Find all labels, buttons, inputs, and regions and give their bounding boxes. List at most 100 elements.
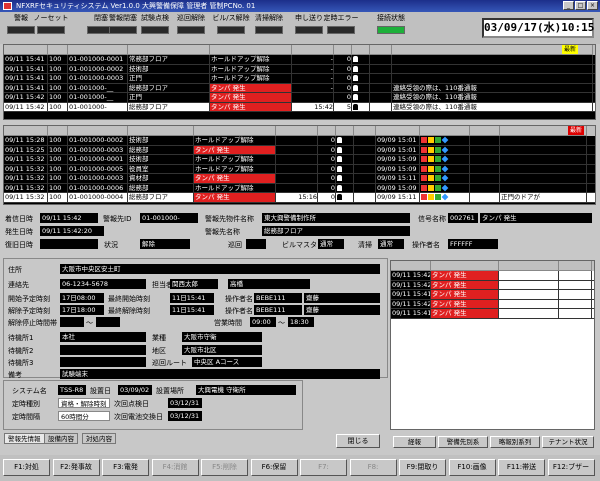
column-header[interactable] (470, 126, 500, 136)
column-header[interactable] (68, 126, 128, 136)
table-row[interactable]: 09/11 15:32 100 01-001000-0001 技術部 ホールドアップ解除… (4, 155, 595, 165)
column-header[interactable] (431, 261, 499, 271)
toolbar-indicator[interactable]: 接続状態 (372, 14, 410, 40)
op4-value: 齋藤 (304, 305, 380, 315)
signal-name-cell: タンパ 発生 (210, 83, 292, 92)
column-header[interactable] (48, 45, 68, 55)
column-header[interactable] (128, 126, 194, 136)
toolbar-indicator[interactable]: 試験点検 (136, 14, 174, 40)
handle-status-cell (420, 136, 470, 145)
table-row[interactable]: 09/11 15:41 100 01-001000-__ 総務部フロア タンパ 発生 -0… (4, 83, 595, 93)
wait3-value (60, 357, 146, 367)
column-header[interactable] (391, 261, 431, 271)
toolbar-indicator[interactable]: 定時エラー (322, 14, 360, 40)
operator-label: 操作者名 (412, 241, 440, 249)
table-row[interactable]: 09/11 15:32 100 01-001000-0003 資材部 タンパ 発生 0 09… (4, 174, 595, 184)
alarm-time-cell: 09/11 15:41 (4, 74, 48, 83)
indicator-label: 清掃解除 (255, 14, 283, 22)
maximize-button[interactable]: □ (575, 1, 586, 10)
column-header[interactable] (128, 45, 210, 55)
column-header[interactable] (499, 261, 559, 271)
table-row[interactable]: 09/11 15:41 タンパ 発生 (391, 309, 594, 319)
column-header[interactable] (559, 261, 592, 271)
function-key[interactable]: F4:消館 (151, 459, 199, 476)
column-header[interactable] (318, 126, 336, 136)
table-row[interactable]: 09/11 15:42 タンパ 発生 (391, 299, 594, 309)
column-header[interactable] (336, 126, 354, 136)
close-button[interactable]: 閉じる (336, 434, 380, 448)
spacer-cell (470, 193, 500, 202)
table-row[interactable]: 09/11 15:41 100 01-001000-0003 正門 ホールドアップ解除 -… (4, 74, 595, 84)
function-key[interactable]: F8: (349, 459, 397, 476)
function-key[interactable]: F7: (300, 459, 347, 476)
column-header[interactable] (354, 126, 376, 136)
spacer-cell (470, 164, 500, 173)
function-key[interactable]: F2:発事故 (52, 459, 100, 476)
column-header[interactable] (4, 126, 48, 136)
hold-time-cell: 09/11 15:32 (4, 174, 48, 183)
follow-count-cell: 0 (318, 164, 336, 173)
indicator-lamp (141, 26, 169, 34)
spacer-cell (470, 174, 500, 183)
column-header[interactable] (194, 126, 276, 136)
table-row[interactable]: 09/11 15:25 100 01-001000-0003 総務部 タンパ 発生 0 09… (4, 145, 595, 155)
person-icon (353, 84, 358, 91)
stop-tilde: ～ (86, 319, 93, 327)
column-header[interactable] (370, 45, 392, 55)
side-button[interactable]: 警備先別系 (438, 436, 488, 448)
image-cell (354, 193, 376, 202)
indicator-lamp (217, 26, 245, 34)
side-button[interactable]: テナント状況 (542, 436, 594, 448)
column-header[interactable] (376, 126, 420, 136)
info-tab[interactable]: 設備内容 (44, 433, 78, 444)
last-check-label: 次回点検日 (114, 400, 149, 408)
info-tab[interactable]: 警報先情報 (4, 433, 45, 444)
side-button[interactable]: 経報 (393, 436, 436, 448)
table-row[interactable]: 09/11 15:42 100 01-001000-__ 正門 タンパ 発生 0 連絡受領の… (4, 93, 595, 103)
column-header[interactable] (48, 126, 68, 136)
function-key[interactable]: F11:帯送 (498, 459, 545, 476)
close-window-button[interactable]: × (587, 1, 598, 10)
info-tab[interactable]: 対処内容 (82, 433, 116, 444)
minimize-button[interactable]: _ (563, 1, 574, 10)
function-key[interactable]: F9:閉取り (399, 459, 446, 476)
function-key[interactable]: F6:保留 (250, 459, 298, 476)
type-value: 大阪市守衛 (182, 332, 262, 342)
column-header[interactable] (4, 45, 48, 55)
table-row[interactable]: 09/11 15:41 100 01-001000-0002 技術部 ホールドアップ解除… (4, 64, 595, 74)
column-header[interactable] (334, 45, 352, 55)
contract-note-cell (392, 55, 593, 64)
toolbar-indicator[interactable]: ノーセット (32, 14, 70, 40)
toolbar-indicator[interactable]: 巡回解除 (172, 14, 210, 40)
column-header[interactable] (210, 45, 292, 55)
function-key[interactable]: F1:対処 (3, 459, 50, 476)
function-key[interactable]: F3:電発 (102, 459, 149, 476)
table-row[interactable]: 09/11 15:42 タンパ 発生 (391, 271, 594, 281)
table-row[interactable]: 09/11 15:42 タンパ 発生 (391, 280, 594, 290)
remark-value: 試験端末 (60, 369, 380, 379)
table-row[interactable]: 09/11 15:32 100 01-001000-0006 総務部 ホールドアップ解除… (4, 183, 595, 193)
status-cell (336, 164, 354, 173)
column-header[interactable] (68, 45, 128, 55)
toolbar-indicator[interactable]: ビル/ス解除 (212, 14, 250, 40)
handle-status-cell (420, 183, 470, 192)
follow-count-cell: 0 (318, 155, 336, 164)
column-header[interactable] (292, 45, 334, 55)
function-key[interactable]: F10:画像 (448, 459, 496, 476)
table-row[interactable]: 09/11 15:28 100 01-001000-0002 技術部 ホールドアップ解除… (4, 136, 595, 146)
column-header[interactable] (352, 45, 370, 55)
column-header[interactable] (420, 126, 470, 136)
bell-icon (428, 137, 434, 143)
column-header[interactable] (276, 126, 318, 136)
function-key[interactable]: F5:削除 (201, 459, 248, 476)
table-row[interactable]: 09/11 15:41 100 01-001000-0001 常務部フロア ホールドアッ… (4, 55, 595, 65)
side-button[interactable]: 略報別系列 (490, 436, 540, 448)
table-row[interactable]: 09/11 15:32 100 01-001000-0004 総務部フロア タンパ 発生… (4, 193, 595, 203)
toolbar-indicator[interactable]: 清掃解除 (250, 14, 288, 40)
function-key[interactable]: F12:ブザー (547, 459, 595, 476)
table-row[interactable]: 09/11 15:32 100 01-001000-0005 役員室 ホールドアップ解除… (4, 164, 595, 174)
follow-count-cell: 5 (334, 102, 352, 111)
table-row[interactable]: 09/11 15:41 タンパ 発生 (391, 290, 594, 300)
table-row[interactable]: 09/11 15:42 100 01-001000- 総務部フロア タンパ 発生 15:4… (4, 102, 595, 112)
alarm-id-cell: 01-001000-0002 (68, 64, 128, 73)
